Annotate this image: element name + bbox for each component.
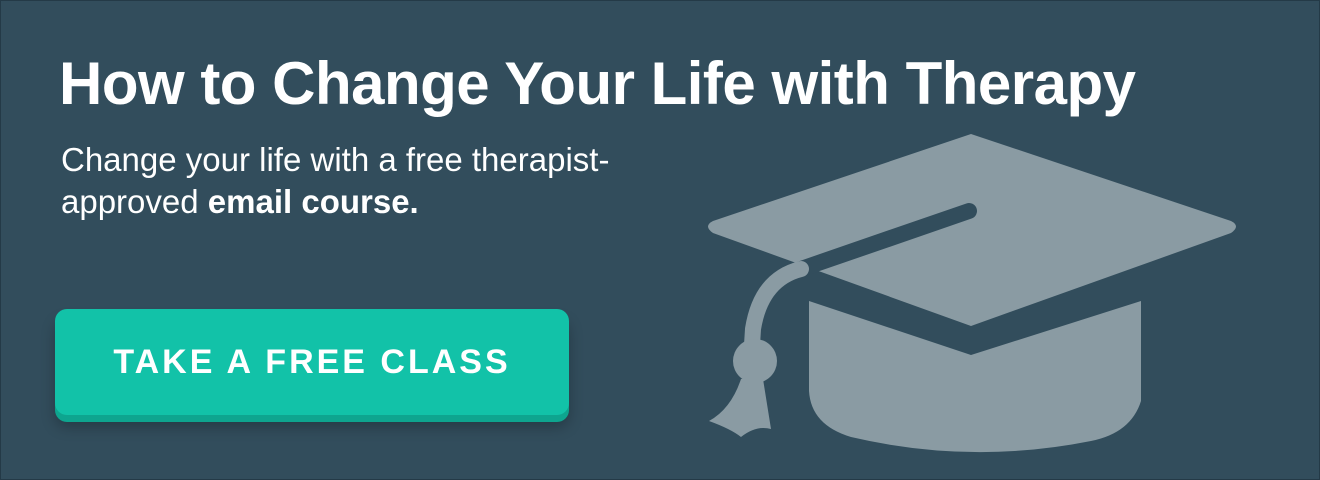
graduation-cap-icon (708, 134, 1236, 453)
promo-banner: How to Change Your Life with Therapy Cha… (0, 0, 1320, 480)
take-free-class-button[interactable]: TAKE A FREE CLASS (55, 309, 569, 415)
subtitle-emphasis: email course. (207, 183, 419, 221)
banner-title: How to Change Your Life with Therapy (59, 50, 1136, 117)
banner-subtitle: Change your life with a free therapist-a… (61, 139, 721, 223)
